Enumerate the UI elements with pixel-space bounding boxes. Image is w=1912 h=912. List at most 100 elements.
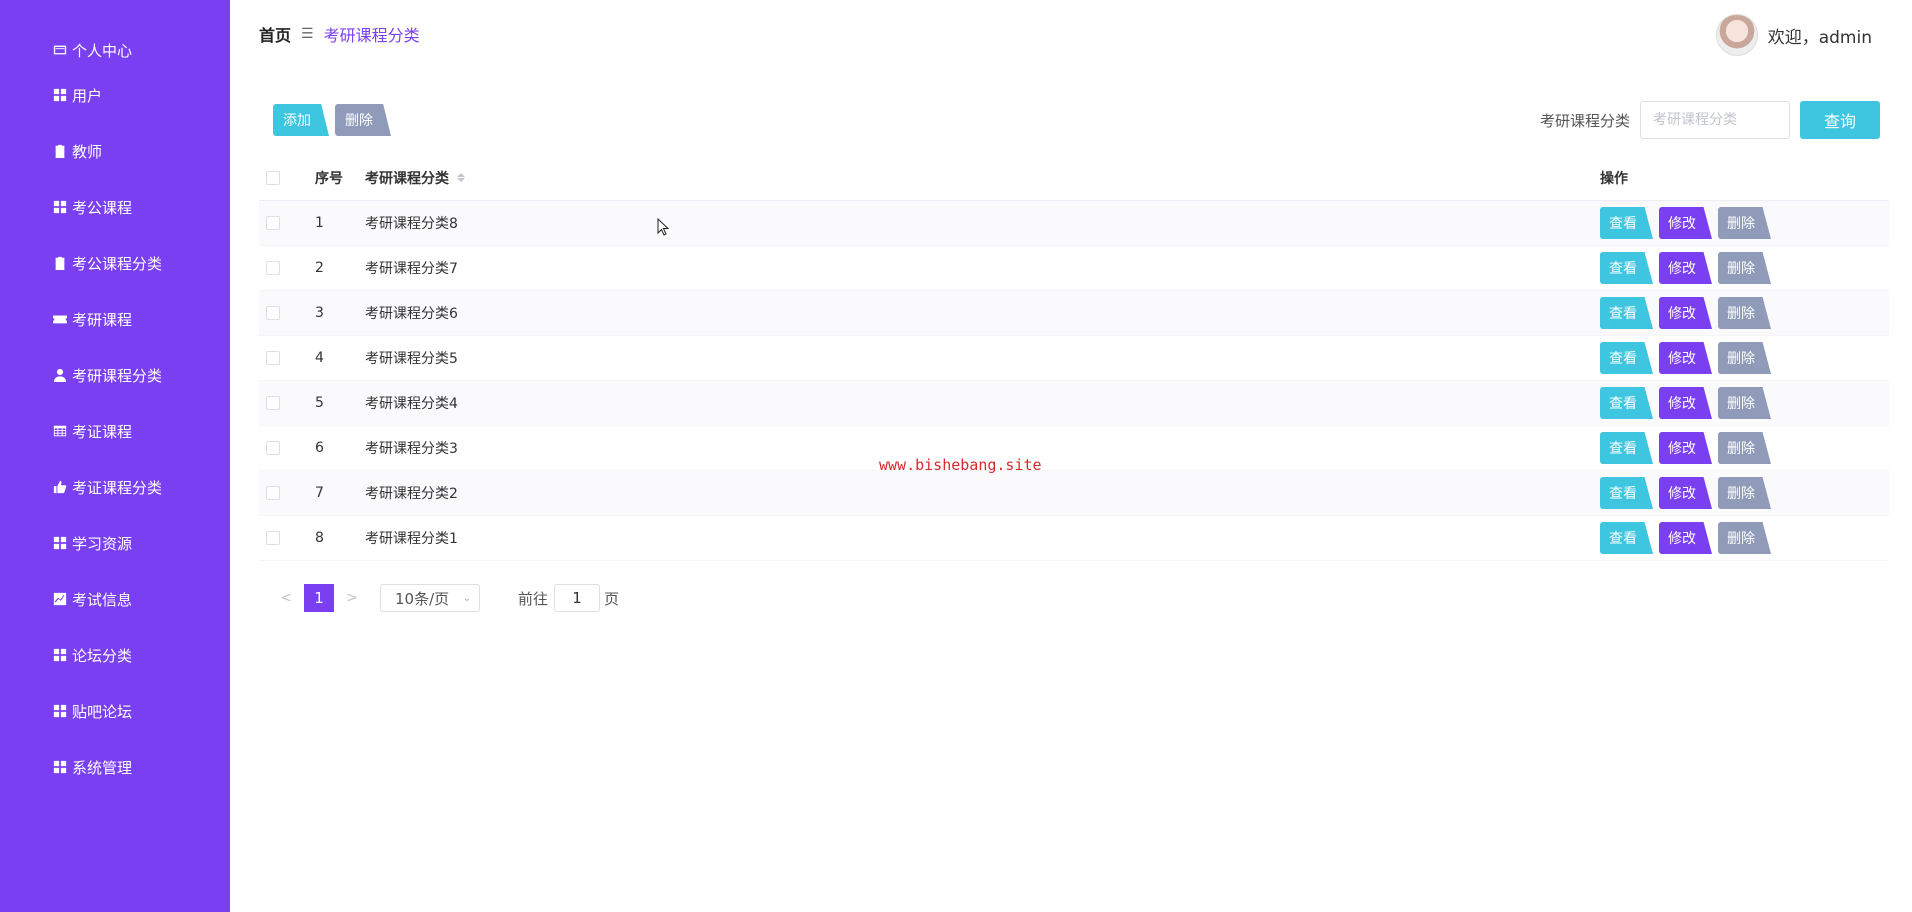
sidebar-item-civil-courses[interactable]: 考公课程: [52, 195, 132, 219]
query-button[interactable]: 查询: [1800, 101, 1880, 139]
row-actions: 查看 修改 删除: [1600, 342, 1771, 374]
view-button[interactable]: 查看: [1600, 252, 1653, 284]
sidebar-item-cert-categories[interactable]: 考证课程分类: [52, 475, 162, 499]
view-button[interactable]: 查看: [1600, 387, 1653, 419]
edit-button[interactable]: 修改: [1659, 342, 1712, 374]
header-name[interactable]: 考研课程分类: [365, 168, 449, 188]
table-row: 3 考研课程分类6 查看 修改 删除: [259, 291, 1889, 336]
sidebar-item-system[interactable]: 系统管理: [52, 755, 132, 779]
edit-button[interactable]: 修改: [1659, 207, 1712, 239]
delete-button[interactable]: 删除: [1718, 297, 1771, 329]
search-input[interactable]: [1640, 101, 1790, 139]
search-label: 考研课程分类: [1539, 112, 1630, 130]
table-header: 序号 考研课程分类 操作: [259, 155, 1889, 201]
row-name: 考研课程分类3: [365, 441, 458, 457]
sidebar-item-civil-categories[interactable]: 考公课程分类: [52, 251, 162, 275]
table-row: 4 考研课程分类5 查看 修改 删除: [259, 336, 1889, 381]
view-button[interactable]: 查看: [1600, 477, 1653, 509]
row-name: 考研课程分类2: [365, 486, 458, 502]
row-checkbox[interactable]: [266, 441, 280, 455]
sidebar-item-postgrad-courses[interactable]: 考研课程: [52, 307, 132, 331]
user-menu[interactable]: 欢迎，admin: [1715, 14, 1872, 56]
mouse-cursor-icon: [657, 218, 669, 236]
row-name: 考研课程分类1: [365, 531, 458, 547]
page-number-current[interactable]: 1: [304, 584, 334, 612]
sidebar-item-users[interactable]: 用户: [52, 83, 102, 107]
delete-button[interactable]: 删除: [1718, 477, 1771, 509]
row-checkbox[interactable]: [266, 396, 280, 410]
sort-icon[interactable]: [457, 173, 465, 182]
select-all-checkbox[interactable]: [266, 170, 280, 185]
next-page-button[interactable]: >: [342, 590, 362, 606]
header-index: 序号: [315, 170, 343, 187]
goto-page-input[interactable]: [554, 584, 601, 612]
sidebar-item-label: 教师: [72, 142, 103, 161]
sidebar-item-forum[interactable]: 贴吧论坛: [52, 699, 132, 723]
sidebar-item-profile[interactable]: 个人中心: [52, 38, 132, 62]
row-checkbox[interactable]: [266, 531, 280, 545]
edit-button[interactable]: 修改: [1659, 252, 1712, 284]
view-button[interactable]: 查看: [1600, 297, 1653, 329]
row-checkbox[interactable]: [266, 351, 280, 365]
edit-button[interactable]: 修改: [1659, 522, 1712, 554]
row-checkbox[interactable]: [266, 486, 280, 500]
sidebar-item-label: 考试信息: [72, 590, 133, 609]
row-index: 2: [315, 260, 324, 276]
sidebar-item-exam-info[interactable]: 考试信息: [52, 587, 132, 611]
row-index: 3: [315, 305, 324, 321]
clipboard-icon: [52, 143, 68, 159]
breadcrumb-current: 考研课程分类: [323, 26, 420, 45]
sidebar-item-label: 考公课程: [72, 198, 133, 217]
sidebar-item-label: 考公课程分类: [72, 254, 163, 273]
batch-delete-button[interactable]: 删除: [335, 104, 391, 136]
row-name: 考研课程分类5: [365, 351, 458, 367]
delete-button[interactable]: 删除: [1718, 207, 1771, 239]
table-row: 2 考研课程分类7 查看 修改 删除: [259, 246, 1889, 291]
breadcrumb-home[interactable]: 首页: [259, 22, 291, 46]
row-checkbox[interactable]: [266, 216, 280, 230]
sidebar-item-forum-categories[interactable]: 论坛分类: [52, 643, 132, 667]
table-row: 7 考研课程分类2 查看 修改 删除: [259, 471, 1889, 516]
grid-icon: [52, 703, 68, 719]
delete-button[interactable]: 删除: [1718, 387, 1771, 419]
add-button[interactable]: 添加: [273, 104, 329, 136]
row-actions: 查看 修改 删除: [1600, 252, 1771, 284]
watermark: www.bishebang.site: [879, 456, 1042, 474]
edit-button[interactable]: 修改: [1659, 297, 1712, 329]
row-checkbox[interactable]: [266, 261, 280, 275]
edit-button[interactable]: 修改: [1659, 432, 1712, 464]
menu-toggle-icon[interactable]: ☰: [301, 26, 314, 42]
table-row: 5 考研课程分类4 查看 修改 删除: [259, 381, 1889, 426]
row-name: 考研课程分类7: [365, 261, 458, 277]
row-checkbox[interactable]: [266, 306, 280, 320]
row-actions: 查看 修改 删除: [1600, 432, 1771, 464]
view-button[interactable]: 查看: [1600, 207, 1653, 239]
prev-page-button[interactable]: <: [276, 590, 296, 606]
table-row: 6 考研课程分类3 查看 修改 删除: [259, 426, 1889, 471]
sidebar-item-label: 系统管理: [72, 758, 133, 777]
view-button[interactable]: 查看: [1600, 432, 1653, 464]
row-index: 8: [315, 530, 324, 546]
table-row: 1 考研课程分类8 查看 修改 删除: [259, 201, 1889, 246]
edit-button[interactable]: 修改: [1659, 387, 1712, 419]
delete-button[interactable]: 删除: [1718, 342, 1771, 374]
sidebar-item-label: 个人中心: [72, 41, 133, 60]
view-button[interactable]: 查看: [1600, 342, 1653, 374]
sidebar-item-cert-courses[interactable]: 考证课程: [52, 419, 132, 443]
sidebar-item-label: 学习资源: [72, 534, 133, 553]
grid-icon: [52, 199, 68, 215]
page-size-select[interactable]: 10条/页 ⌄: [380, 584, 480, 612]
row-name: 考研课程分类6: [365, 306, 458, 322]
avatar[interactable]: [1715, 14, 1758, 56]
sidebar-item-postgrad-categories[interactable]: 考研课程分类: [52, 363, 162, 387]
sidebar-item-teachers[interactable]: 教师: [52, 139, 102, 163]
grid-icon: [52, 87, 68, 103]
edit-button[interactable]: 修改: [1659, 477, 1712, 509]
breadcrumb: 首页 ☰ 考研课程分类: [259, 22, 420, 46]
sidebar-item-resources[interactable]: 学习资源: [52, 531, 132, 555]
delete-button[interactable]: 删除: [1718, 432, 1771, 464]
row-actions: 查看 修改 删除: [1600, 477, 1771, 509]
view-button[interactable]: 查看: [1600, 522, 1653, 554]
delete-button[interactable]: 删除: [1718, 522, 1771, 554]
delete-button[interactable]: 删除: [1718, 252, 1771, 284]
